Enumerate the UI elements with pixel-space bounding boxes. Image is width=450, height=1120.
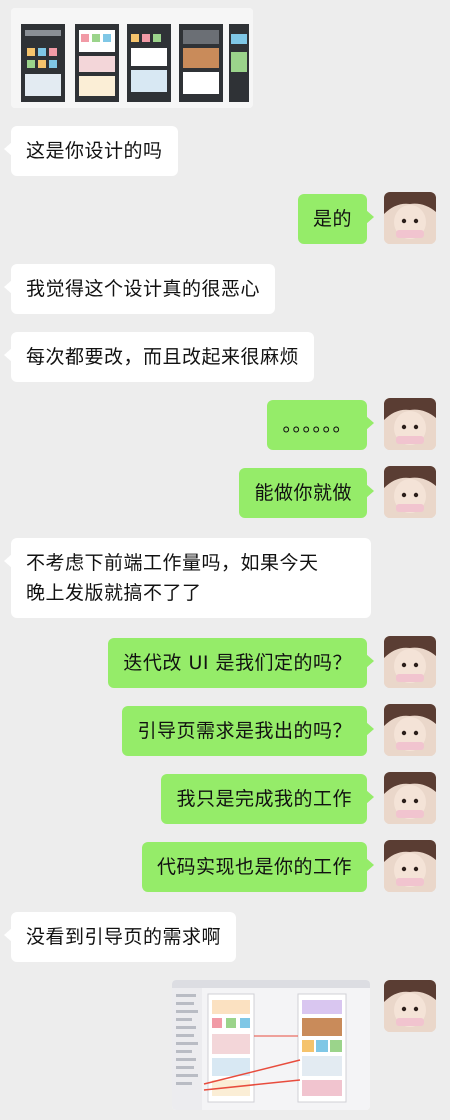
message-outgoing[interactable]: 能做你就做: [239, 468, 374, 518]
avatar-photo-icon: [384, 466, 436, 518]
avatar[interactable]: [384, 636, 436, 688]
avatar-photo-icon: [384, 636, 436, 688]
avatar[interactable]: [384, 772, 436, 824]
avatar[interactable]: [384, 980, 436, 1032]
message-outgoing[interactable]: 引导页需求是我出的吗？: [122, 706, 374, 756]
avatar-photo-icon: [384, 980, 436, 1032]
avatar[interactable]: [384, 192, 436, 244]
message-incoming[interactable]: 我觉得这个设计真的很恶心: [3, 264, 276, 314]
message-outgoing[interactable]: 迭代改 UI 是我们定的吗？: [108, 638, 374, 688]
avatar[interactable]: [384, 466, 436, 518]
avatar-photo-icon: [384, 192, 436, 244]
avatar-photo-icon: [384, 398, 436, 450]
message-outgoing[interactable]: 代码实现也是你的工作: [141, 842, 375, 892]
message-outgoing[interactable]: 。。。。。。: [267, 400, 374, 450]
avatar-photo-icon: [384, 840, 436, 892]
avatar[interactable]: [384, 704, 436, 756]
message-outgoing[interactable]: 我只是完成我的工作: [161, 774, 374, 824]
avatar-photo-icon: [384, 772, 436, 824]
image-message-design-preview[interactable]: [11, 8, 253, 108]
message-outgoing[interactable]: 是的: [297, 194, 375, 244]
message-incoming[interactable]: 这是你设计的吗: [4, 126, 178, 176]
avatar[interactable]: [384, 398, 436, 450]
design-preview-image: [11, 8, 253, 108]
avatar[interactable]: [384, 840, 436, 892]
message-incoming[interactable]: 不考虑下前端工作量吗，如果今天 晚上发版就搞不了了: [4, 538, 371, 618]
message-incoming[interactable]: 每次都要改，而且改起来很麻烦: [3, 332, 315, 382]
image-message-requirement-screenshot[interactable]: [172, 980, 370, 1110]
avatar-photo-icon: [384, 704, 436, 756]
message-incoming[interactable]: 没看到引导页的需求啊: [3, 912, 237, 962]
requirement-screenshot-image: [172, 980, 370, 1110]
